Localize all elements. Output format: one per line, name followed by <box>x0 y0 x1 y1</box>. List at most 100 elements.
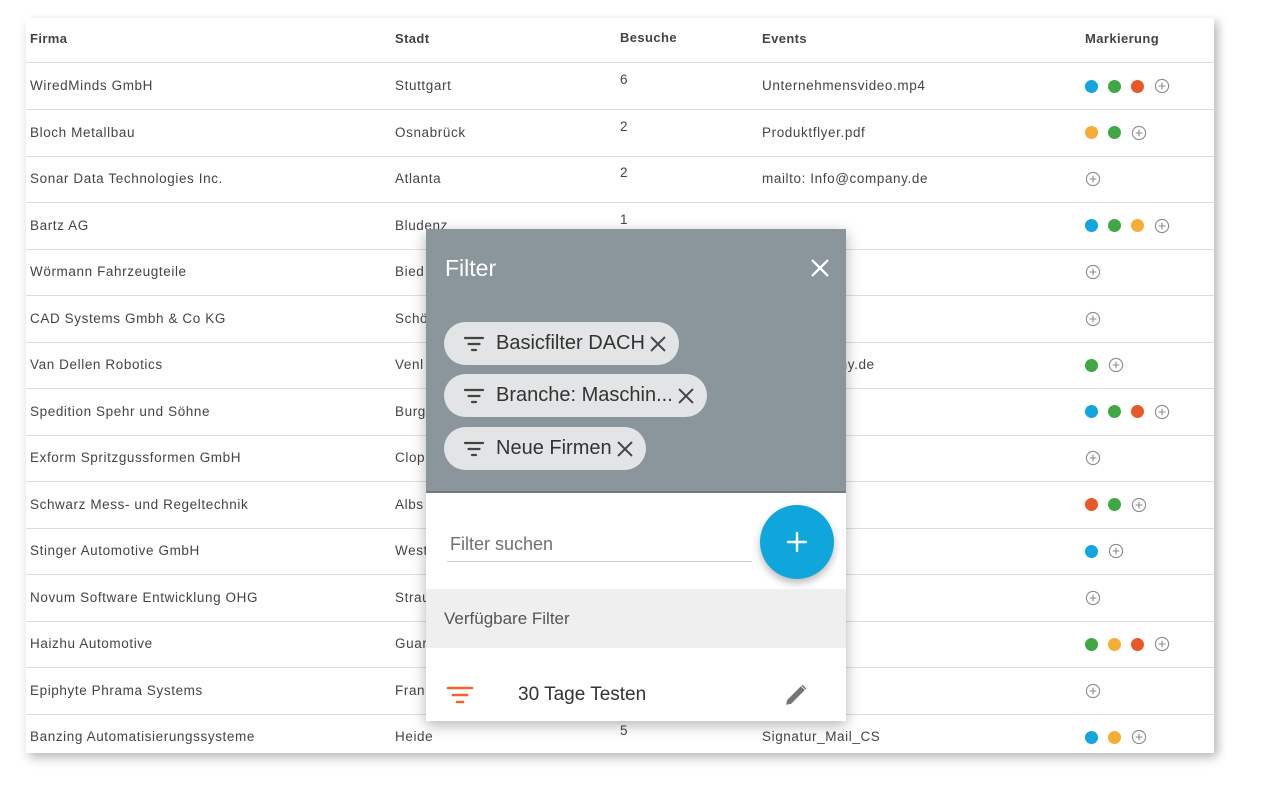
plus-circle-icon[interactable] <box>1085 311 1101 327</box>
cell-firma: Sonar Data Technologies Inc. <box>30 171 223 186</box>
cell-firma: Novum Software Entwicklung OHG <box>30 589 259 605</box>
plus-circle-icon[interactable] <box>1085 264 1101 280</box>
filter-icon <box>463 388 485 403</box>
cell-stadt: West <box>395 543 428 558</box>
filter-chip-label: Branche: Maschin... <box>496 384 673 406</box>
mark-dot-green[interactable] <box>1108 126 1121 139</box>
mark-dot-green[interactable] <box>1085 358 1098 372</box>
mark-dot-green[interactable] <box>1108 79 1121 93</box>
row-markings <box>1085 218 1170 234</box>
cell-firma: CAD Systems Gmbh & Co KG <box>30 310 226 326</box>
add-filter-button[interactable] <box>760 505 834 579</box>
header-besuche[interactable]: Besuche <box>620 30 677 45</box>
available-filter-item[interactable]: 30 Tage Testen <box>426 669 846 721</box>
cell-firma: Exform Spritzgussformen GmbH <box>30 450 242 465</box>
cell-besuche: 6 <box>620 72 629 87</box>
cell-events: mailto: Info@company.de <box>762 171 929 186</box>
plus-circle-icon[interactable] <box>1131 729 1147 745</box>
row-markings <box>1085 264 1101 280</box>
cell-stadt: Stuttgart <box>395 78 452 93</box>
cell-stadt: Albs <box>395 496 424 512</box>
cell-besuche: 1 <box>620 211 629 227</box>
close-icon[interactable] <box>614 438 636 460</box>
mark-dot-green[interactable] <box>1108 219 1121 232</box>
plus-circle-icon[interactable] <box>1085 171 1101 187</box>
mark-dot-orange[interactable] <box>1085 126 1098 139</box>
row-markings <box>1085 543 1124 559</box>
row-markings <box>1085 590 1101 606</box>
plus-circle-icon[interactable] <box>1108 543 1124 559</box>
mark-dot-orange[interactable] <box>1108 730 1121 744</box>
cell-firma: Schwarz Mess- und Regeltechnik <box>30 496 249 512</box>
active-filter-chip[interactable]: Neue Firmen <box>444 427 646 470</box>
active-filter-chip[interactable]: Branche: Maschin... <box>444 374 707 417</box>
active-filter-chip[interactable]: Basicfilter DACH <box>444 322 679 365</box>
cell-stadt: Venl <box>395 357 424 372</box>
mark-dot-blue[interactable] <box>1085 730 1098 744</box>
plus-circle-icon[interactable] <box>1085 683 1101 699</box>
plus-circle-icon[interactable] <box>1085 450 1101 466</box>
header-firma[interactable]: Firma <box>30 31 67 46</box>
table-row[interactable]: Bloch Metallbau Osnabrück 2 Produktflyer.pd… <box>26 110 1214 157</box>
header-stadt[interactable]: Stadt <box>395 31 430 46</box>
row-markings <box>1085 683 1101 699</box>
row-markings <box>1085 171 1101 187</box>
filter-icon <box>446 686 474 704</box>
cell-besuche: 5 <box>620 723 629 738</box>
plus-circle-icon[interactable] <box>1154 404 1170 420</box>
cell-stadt: Guar <box>395 636 428 651</box>
cell-firma: Van Dellen Robotics <box>30 357 163 372</box>
available-filter-label: 30 Tage Testen <box>518 684 647 705</box>
plus-circle-icon[interactable] <box>1108 357 1124 373</box>
filter-search-input[interactable] <box>447 527 752 562</box>
pencil-icon[interactable] <box>783 682 809 708</box>
mark-dot-blue[interactable] <box>1085 79 1098 93</box>
cell-firma: Banzing Automatisierungssysteme <box>30 729 255 744</box>
plus-icon <box>786 531 808 553</box>
row-markings <box>1085 357 1124 373</box>
cell-besuche: 2 <box>620 165 629 180</box>
row-markings <box>1085 311 1101 327</box>
mark-dot-green[interactable] <box>1085 637 1098 651</box>
mark-dot-red[interactable] <box>1131 637 1144 651</box>
mark-dot-green[interactable] <box>1108 405 1121 418</box>
mark-dot-red[interactable] <box>1131 405 1144 418</box>
cell-stadt: Atlanta <box>395 171 442 186</box>
close-icon[interactable] <box>647 333 669 355</box>
plus-circle-icon[interactable] <box>1131 497 1147 513</box>
plus-circle-icon[interactable] <box>1154 218 1170 234</box>
filter-chip-label: Basicfilter DACH <box>496 332 645 354</box>
cell-stadt: Strau <box>395 589 431 605</box>
cell-stadt: Burg <box>395 403 426 419</box>
dialog-title: Filter <box>445 255 497 281</box>
close-icon[interactable] <box>809 257 831 279</box>
mark-dot-red[interactable] <box>1131 79 1144 93</box>
mark-dot-green[interactable] <box>1108 498 1121 511</box>
filter-dialog: Filter Basicfilter DACH Branche: Maschin.… <box>426 229 846 721</box>
available-filters-section: Verfügbare Filter <box>426 589 846 648</box>
mark-dot-red[interactable] <box>1085 498 1098 511</box>
row-markings <box>1085 450 1101 466</box>
plus-circle-icon[interactable] <box>1131 125 1147 141</box>
cell-firma: Bloch Metallbau <box>30 124 136 140</box>
plus-circle-icon[interactable] <box>1085 590 1101 606</box>
filter-icon <box>463 441 485 456</box>
close-icon[interactable] <box>675 385 697 407</box>
mark-dot-blue[interactable] <box>1085 405 1098 418</box>
table-row[interactable]: WiredMinds GmbH Stuttgart 6 Unternehmensvid… <box>26 63 1214 110</box>
mark-dot-blue[interactable] <box>1085 544 1098 558</box>
plus-circle-icon[interactable] <box>1154 78 1170 94</box>
mark-dot-blue[interactable] <box>1085 219 1098 232</box>
cell-stadt: Bied <box>395 264 425 279</box>
cell-events: Produktflyer.pdf <box>762 124 866 140</box>
mark-dot-orange[interactable] <box>1108 637 1121 651</box>
table-header: Firma Stadt Besuche Events Markierung <box>26 18 1214 63</box>
header-markierung[interactable]: Markierung <box>1085 31 1159 46</box>
table-row[interactable]: Sonar Data Technologies Inc. Atlanta 2 mail… <box>26 156 1214 203</box>
cell-stadt: Schö <box>395 310 429 326</box>
cell-firma: Bartz AG <box>30 217 89 233</box>
mark-dot-orange[interactable] <box>1131 219 1144 232</box>
cell-stadt: Fran <box>395 682 426 698</box>
header-events[interactable]: Events <box>762 31 807 46</box>
plus-circle-icon[interactable] <box>1154 636 1170 652</box>
